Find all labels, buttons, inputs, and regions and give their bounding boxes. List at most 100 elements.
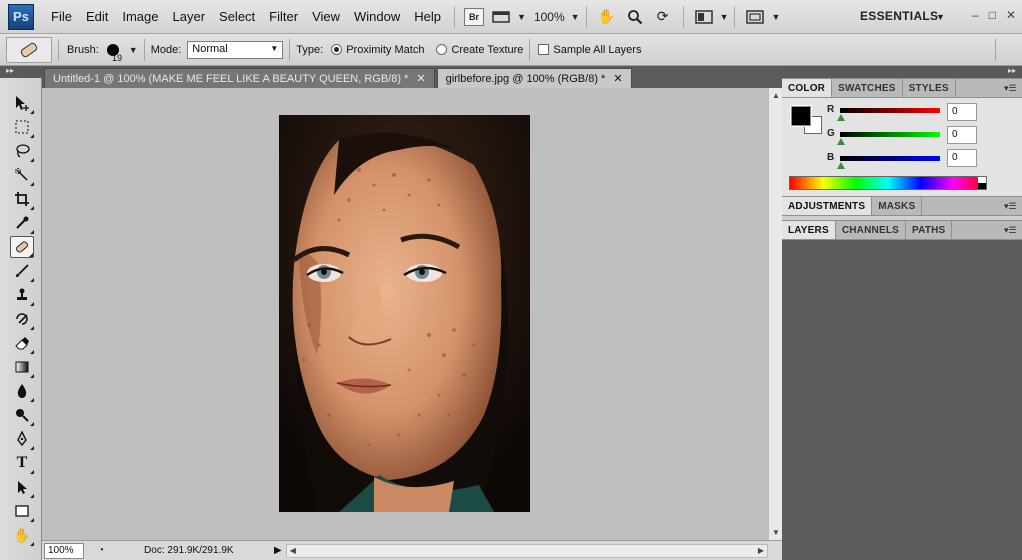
create-texture-radio[interactable] — [436, 44, 448, 55]
green-value[interactable]: 0 — [947, 126, 977, 144]
scroll-right-icon[interactable]: ▶ — [758, 546, 764, 555]
chevron-down-icon[interactable]: ▼ — [771, 12, 780, 22]
scroll-left-icon[interactable]: ◀ — [290, 546, 296, 555]
zoom-field[interactable]: 100% — [44, 542, 84, 559]
proximity-match-radio[interactable] — [331, 44, 343, 55]
tab-channels[interactable]: CHANNELS — [836, 221, 907, 239]
status-bar: 100% ◔ Doc: 291.9K/291.9K ▶ ◀ ▶ — [42, 540, 782, 560]
tab-masks[interactable]: MASKS — [872, 197, 923, 215]
menu-select[interactable]: Select — [212, 9, 262, 24]
red-value[interactable]: 0 — [947, 103, 977, 121]
crop-tool-icon[interactable] — [10, 188, 34, 210]
bridge-button[interactable]: Br — [464, 7, 485, 26]
tool-preset-picker[interactable] — [6, 36, 52, 63]
tab-color[interactable]: COLOR — [782, 79, 833, 97]
move-tool-icon[interactable] — [10, 92, 34, 114]
sample-all-layers-checkbox[interactable] — [538, 44, 550, 55]
history-brush-icon[interactable] — [10, 308, 34, 330]
zoom-level[interactable]: 100% — [534, 10, 565, 24]
menu-help[interactable]: Help — [407, 9, 448, 24]
tab-adjustments[interactable]: ADJUSTMENTS — [782, 197, 873, 215]
menu-window[interactable]: Window — [347, 9, 407, 24]
menu-filter[interactable]: Filter — [262, 9, 305, 24]
color-spectrum[interactable] — [789, 176, 987, 190]
arrange-documents-icon[interactable] — [693, 7, 715, 27]
foreground-color-swatch[interactable] — [791, 106, 811, 126]
tab-styles[interactable]: STYLES — [903, 79, 956, 97]
chevron-down-icon[interactable]: ▼ — [571, 12, 580, 22]
dodge-tool-icon[interactable] — [10, 404, 34, 426]
lasso-tool-icon[interactable] — [10, 140, 34, 162]
workspace-switcher[interactable]: ESSENTIALS — [860, 9, 938, 23]
tab-paths[interactable]: PATHS — [906, 221, 953, 239]
chevron-down-icon[interactable]: ▼ — [517, 12, 526, 22]
menu-view[interactable]: View — [305, 9, 347, 24]
type-tool-icon[interactable]: T — [10, 452, 34, 474]
clone-stamp-icon[interactable] — [10, 284, 34, 306]
layers-panel-tabs: LAYERS CHANNELS PATHS ▾☰ — [782, 220, 1022, 240]
tab-swatches[interactable]: SWATCHES — [832, 79, 903, 97]
close-icon[interactable]: ✕ — [613, 72, 622, 85]
mode-select[interactable]: Normal ▼ — [187, 40, 284, 59]
hand-tool-icon[interactable]: ✋ — [10, 524, 34, 546]
tab-untitled-1[interactable]: Untitled-1 @ 100% (MAKE ME FEEL LIKE A B… — [44, 68, 435, 88]
separator — [143, 38, 145, 61]
blue-slider[interactable] — [840, 156, 940, 161]
panel-menu-icon[interactable]: ▾☰ — [1004, 197, 1022, 215]
options-bar: Brush: 19 ▼ Mode: Normal ▼ Type: Proximi… — [0, 34, 1022, 66]
menu-layer[interactable]: Layer — [166, 9, 213, 24]
menu-items: File Edit Image Layer Select Filter View… — [44, 9, 448, 24]
panel-menu-icon[interactable]: ▾☰ — [1004, 79, 1022, 97]
scroll-down-icon[interactable]: ▼ — [772, 528, 780, 537]
blue-value[interactable]: 0 — [947, 149, 977, 167]
marquee-tool-icon[interactable] — [10, 116, 34, 138]
spot-healing-brush-icon[interactable] — [10, 236, 34, 258]
toolbox-collapse-icon[interactable]: ▸▸ — [0, 66, 42, 78]
proximity-match-label: Proximity Match — [346, 43, 425, 56]
tab-girlbefore[interactable]: girlbefore.jpg @ 100% (RGB/8) * ✕ — [436, 68, 632, 88]
restore-button[interactable]: □ — [989, 8, 996, 22]
gradient-tool-icon[interactable] — [10, 356, 34, 378]
horizontal-scrollbar[interactable]: ◀ ▶ — [285, 543, 768, 558]
blue-slider-thumb[interactable] — [837, 162, 845, 169]
close-icon[interactable]: ✕ — [416, 72, 425, 85]
window-controls: – □ ✕ — [972, 8, 1016, 22]
blue-label: B — [827, 152, 835, 163]
panel-collapse-icon[interactable]: ▸▸ — [782, 66, 1022, 78]
vertical-scrollbar[interactable]: ▲ ▼ — [768, 88, 782, 540]
chevron-down-icon[interactable]: ▼ — [720, 12, 729, 22]
status-menu-icon[interactable]: ◔ — [98, 545, 104, 556]
eraser-tool-icon[interactable] — [10, 332, 34, 354]
quick-select-tool-icon[interactable] — [10, 164, 34, 186]
rotate-view-icon[interactable]: ⟳ — [652, 7, 674, 27]
eyedropper-tool-icon[interactable] — [10, 212, 34, 234]
red-slider[interactable] — [840, 108, 940, 113]
photo-girl-face[interactable] — [279, 115, 530, 512]
pen-tool-icon[interactable] — [10, 428, 34, 450]
menu-edit[interactable]: Edit — [79, 9, 115, 24]
brush-tool-icon[interactable] — [10, 260, 34, 282]
green-slider[interactable] — [840, 132, 940, 137]
tab-layers[interactable]: LAYERS — [782, 221, 836, 239]
black-white-swatch[interactable] — [978, 177, 986, 189]
scroll-up-icon[interactable]: ▲ — [772, 91, 780, 100]
menu-image[interactable]: Image — [115, 9, 165, 24]
red-slider-thumb[interactable] — [837, 114, 845, 121]
layers-panel-body[interactable] — [782, 240, 1022, 560]
green-slider-thumb[interactable] — [837, 138, 845, 145]
menu-file[interactable]: File — [44, 9, 79, 24]
status-arrow-icon[interactable]: ▶ — [274, 545, 282, 556]
hand-icon[interactable]: ✋ — [596, 7, 618, 27]
screen-mode-icon[interactable] — [744, 7, 766, 27]
chevron-down-icon[interactable]: ▼ — [936, 12, 945, 22]
path-select-tool-icon[interactable] — [10, 476, 34, 498]
blur-tool-icon[interactable] — [10, 380, 34, 402]
minimize-button[interactable]: – — [972, 8, 979, 22]
mini-bridge-icon[interactable] — [490, 7, 512, 27]
chevron-down-icon[interactable]: ▼ — [129, 45, 138, 55]
shape-tool-icon[interactable] — [10, 500, 34, 522]
close-button[interactable]: ✕ — [1006, 8, 1016, 22]
panel-menu-icon[interactable]: ▾☰ — [1004, 221, 1022, 239]
photoshop-logo: Ps — [8, 3, 34, 30]
zoom-icon[interactable] — [624, 7, 646, 27]
